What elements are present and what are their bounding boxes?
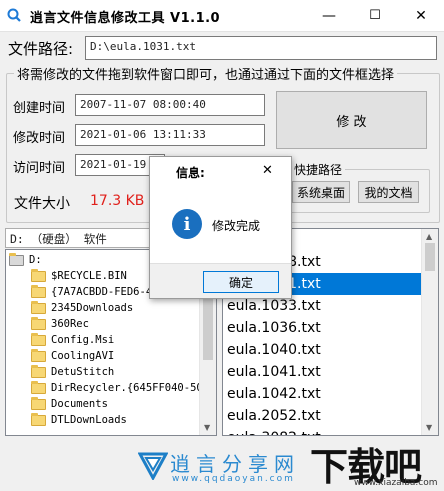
tree-folder-row[interactable]: Config.Msi: [9, 332, 199, 348]
dialog-close-icon[interactable]: ✕: [262, 163, 273, 178]
tree-folder-label: {7A7ACBDD-FED6-4: [51, 286, 153, 298]
watermark-right: 下载吧 www.xiazaiba.com: [306, 436, 442, 489]
file-list-item[interactable]: eula.1041.txt: [223, 361, 421, 383]
tree-folder-label: 360Rec: [51, 318, 89, 330]
file-size-value: 17.3 KB: [90, 193, 145, 209]
shortcut-group-legend: 快捷路径: [291, 161, 346, 178]
watermark-right-url: www.xiazaiba.com: [354, 478, 438, 488]
app-search-icon: [7, 8, 21, 22]
tree-folder-label: 2345Downloads: [51, 302, 134, 314]
drive-icon: [9, 252, 24, 266]
folder-icon: [31, 348, 46, 362]
tree-folder-row[interactable]: DetuStitch: [9, 364, 199, 380]
created-time-label: 创建时间: [13, 101, 66, 116]
watermark-left-url: www.qqdaoyan.com: [172, 474, 295, 484]
tree-folder-label: Documents: [51, 398, 108, 410]
maximize-button[interactable]: ☐: [352, 0, 398, 31]
accessed-time-label: 访问时间: [13, 161, 66, 176]
folder-icon: [31, 380, 46, 394]
file-list-scrollbar[interactable]: ▲ ▼: [421, 229, 438, 435]
watermark-left-text: 逍言分享网: [170, 452, 300, 476]
modify-button[interactable]: 修 改: [276, 91, 427, 149]
minimize-button[interactable]: —: [306, 0, 352, 31]
documents-shortcut-button[interactable]: 我的文档: [358, 181, 419, 203]
created-time-field[interactable]: 2007-11-07 08:00:40: [75, 94, 265, 116]
tree-folder-row[interactable]: 360Rec: [9, 316, 199, 332]
tree-folder-label: DTLDownLoads: [51, 414, 127, 426]
path-label: 文件路径:: [8, 40, 74, 58]
folder-icon: [31, 268, 46, 282]
window-title: 逍言文件信息修改工具 V1.1.0: [30, 11, 221, 26]
title-bar: 逍言文件信息修改工具 V1.1.0 — ☐ ✕: [0, 0, 444, 32]
file-scroll-thumb[interactable]: [425, 243, 435, 271]
file-list-item[interactable]: eula.3082.txt: [223, 427, 421, 435]
file-list-item[interactable]: eula.2052.txt: [223, 405, 421, 427]
folder-icon: [31, 364, 46, 378]
folder-icon: [31, 316, 46, 330]
modified-time-field[interactable]: 2021-01-06 13:11:33: [75, 124, 265, 146]
file-list-item[interactable]: eula.1040.txt: [223, 339, 421, 361]
file-scroll-up-icon[interactable]: ▲: [426, 232, 432, 241]
file-list-item[interactable]: eula.1036.txt: [223, 317, 421, 339]
path-field[interactable]: D:\eula.1031.txt: [85, 36, 437, 60]
tree-folder-label: DetuStitch: [51, 366, 115, 378]
file-info-group-legend: 将需修改的文件拖到软件窗口即可，也通过通过下面的文件框选择: [14, 64, 398, 83]
dialog-message: 修改完成: [212, 219, 261, 233]
tree-folder-label: Config.Msi: [51, 334, 115, 346]
folder-icon: [31, 284, 46, 298]
modified-time-label: 修改时间: [13, 131, 66, 146]
folder-icon: [31, 396, 46, 410]
info-icon: i: [172, 209, 202, 239]
tree-folder-label: CoolingAVI: [51, 350, 115, 362]
info-dialog: 信息: ✕ i 修改完成 确定: [149, 156, 292, 299]
file-size-label: 文件大小: [14, 196, 70, 212]
dialog-footer: 确定: [150, 263, 291, 298]
tree-folder-row[interactable]: Documents: [9, 396, 199, 412]
tree-folder-row[interactable]: CoolingAVI: [9, 348, 199, 364]
folder-icon: [31, 300, 46, 314]
dialog-title: 信息:: [176, 166, 205, 180]
watermark-left: 逍言分享网 www.qqdaoyan.com: [138, 446, 308, 486]
folder-icon: [31, 332, 46, 346]
close-button[interactable]: ✕: [398, 0, 444, 31]
dialog-ok-button[interactable]: 确定: [203, 271, 279, 293]
file-list-item[interactable]: eula.1042.txt: [223, 383, 421, 405]
tree-root-label: D:: [29, 254, 42, 266]
watermark-logo-icon: [138, 452, 168, 480]
scroll-down-icon[interactable]: ▼: [204, 423, 210, 432]
tree-folder-label: $RECYCLE.BIN: [51, 270, 127, 282]
drive-select-value: D: （硬盘） 软件: [10, 232, 107, 246]
tree-folder-row[interactable]: DirRecycler.{645FF040-508: [9, 380, 209, 396]
tree-folder-row[interactable]: DTLDownLoads: [9, 412, 199, 428]
tree-folder-label: DirRecycler.{645FF040-508: [51, 382, 210, 394]
file-scroll-down-icon[interactable]: ▼: [426, 423, 432, 432]
folder-icon: [31, 412, 46, 426]
tree-folder-row[interactable]: 2345Downloads: [9, 300, 199, 316]
desktop-shortcut-button[interactable]: 系统桌面: [292, 181, 350, 203]
